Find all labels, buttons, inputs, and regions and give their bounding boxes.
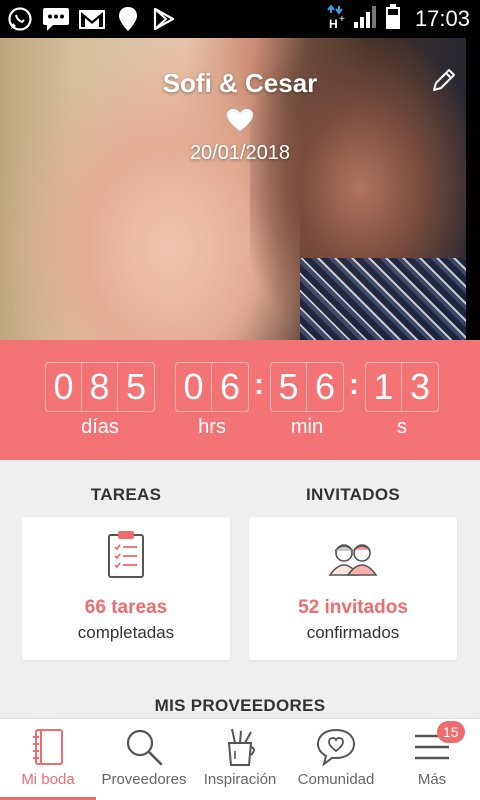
tasks-count: 66 tareas	[84, 597, 168, 618]
nav-item-comunidad[interactable]: Comunidad	[288, 719, 384, 800]
nav-label: Mi boda	[21, 771, 75, 788]
card-icon-wrap	[249, 529, 457, 577]
chat-heart-icon	[316, 728, 356, 767]
guests-title: INVITADOS	[305, 485, 400, 504]
countdown-digit: 5	[271, 363, 307, 411]
wedding-date: 20/01/2018	[189, 142, 291, 164]
countdown-digit: 6	[219, 366, 241, 407]
countdown-digit: 0	[46, 363, 82, 411]
heart-icon	[227, 109, 253, 131]
countdown-seconds-label: s	[397, 416, 407, 438]
nav-label: Comunidad	[297, 771, 375, 788]
tasks-label: completadas	[77, 623, 175, 642]
nav-item-inspiracion[interactable]: Inspiración	[192, 719, 288, 800]
guests-label: confirmados	[306, 623, 400, 642]
countdown-days-label: días	[81, 416, 119, 438]
countdown-seconds: 1 3	[365, 362, 439, 412]
countdown-digit: 0	[176, 363, 212, 411]
countdown-hours-label: hrs	[198, 416, 226, 438]
wedding-countdown: 0 8 5 0 6 : 5 6 : 1 3 días hrs min s	[0, 340, 480, 460]
countdown-days: 0 8 5	[45, 362, 155, 412]
guests-card[interactable]: 52 invitados confirmados	[249, 517, 457, 660]
countdown-digit: 8	[82, 363, 118, 411]
status-bar: H + 17:03	[0, 0, 480, 38]
nav-icon-wrap	[223, 725, 257, 769]
countdown-digit: 5	[125, 366, 147, 407]
svg-text:+: +	[339, 14, 345, 25]
tasks-title: TAREAS	[90, 485, 162, 504]
notification-badge: 15	[437, 721, 465, 743]
countdown-minutes: 5 6	[270, 362, 344, 412]
svg-text:H: H	[329, 17, 338, 30]
countdown-hours: 0 6	[175, 362, 249, 412]
clock-time: 17:03	[414, 6, 470, 31]
nav-item-proveedores[interactable]: Proveedores	[96, 719, 192, 800]
couple-photo-header: Sofi & Cesar 20/01/2018	[0, 38, 480, 340]
nav-label: Más	[417, 771, 447, 788]
nav-label: Proveedores	[101, 771, 187, 788]
nav-icon-wrap	[315, 725, 357, 769]
countdown-separator: :	[254, 368, 264, 401]
nav-icon-wrap	[31, 725, 65, 769]
nav-label: Inspiración	[203, 771, 277, 788]
gmail-icon	[78, 6, 106, 32]
guests-people-icon	[328, 544, 378, 576]
tasks-card[interactable]: 66 tareas completadas	[22, 517, 230, 660]
bottom-navigation: Mi boda Proveedores Inspiración Comunida…	[0, 718, 480, 800]
countdown-digit: 3	[409, 366, 431, 407]
photo-detail	[300, 258, 480, 340]
nav-icon-wrap	[124, 725, 164, 769]
clipboard-checklist-icon	[108, 531, 144, 578]
sms-icon	[42, 6, 70, 32]
maps-pin-icon	[114, 6, 142, 32]
nav-item-mas[interactable]: Más 15	[384, 719, 480, 800]
edit-pencil-icon[interactable]	[430, 66, 458, 94]
countdown-minutes-label: min	[290, 416, 324, 438]
search-icon	[126, 729, 163, 766]
card-icon-wrap	[22, 529, 230, 579]
signal-icon	[353, 5, 379, 34]
countdown-digit: 6	[314, 366, 336, 407]
nav-item-mi-boda[interactable]: Mi boda	[0, 719, 96, 800]
play-store-icon	[150, 6, 178, 32]
guests-count: 52 invitados	[298, 597, 408, 618]
couple-names: Sofi & Cesar	[162, 68, 318, 98]
vendors-title: MIS PROVEEDORES	[154, 696, 326, 715]
battery-icon	[385, 3, 401, 35]
network-h-plus-icon: H +	[327, 3, 347, 35]
brush-cup-icon	[227, 728, 255, 766]
countdown-separator: :	[349, 368, 359, 401]
countdown-digit: 1	[366, 363, 402, 411]
whatsapp-icon	[6, 6, 34, 32]
notebook-icon	[33, 729, 63, 765]
